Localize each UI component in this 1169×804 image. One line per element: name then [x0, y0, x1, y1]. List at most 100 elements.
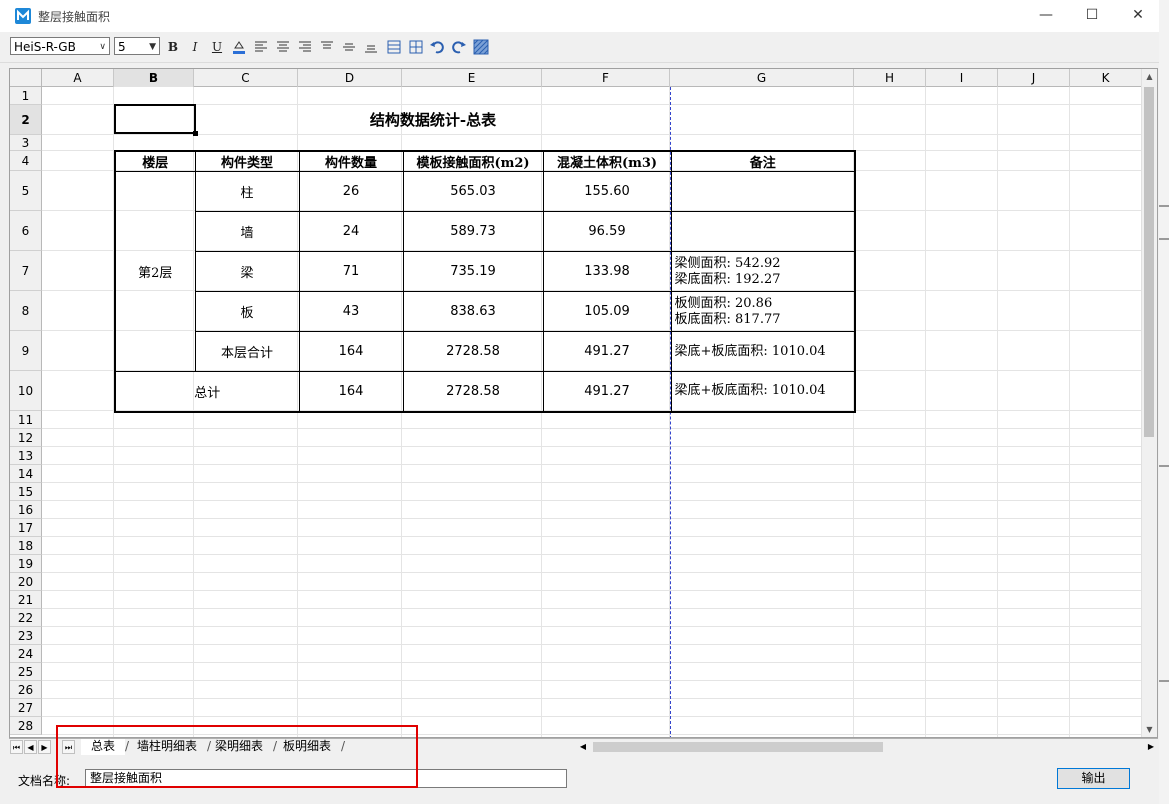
type-cell[interactable]: 柱	[194, 171, 300, 212]
next-sheet-icon[interactable]: ▶	[38, 740, 51, 754]
scroll-down-icon[interactable]: ▼	[1142, 722, 1157, 737]
row-header-2[interactable]: 2	[10, 105, 42, 135]
type-cell[interactable]: 本层合计	[194, 331, 300, 372]
row-header-6[interactable]: 6	[10, 211, 42, 251]
area-cell[interactable]: 838.63	[402, 291, 544, 332]
volume-cell[interactable]: 155.60	[542, 171, 672, 212]
volume-cell[interactable]: 491.27	[542, 371, 672, 412]
maximize-button[interactable]: ☐	[1069, 0, 1115, 32]
row-header-28[interactable]: 28	[10, 717, 42, 735]
area-cell[interactable]: 589.73	[402, 211, 544, 252]
merge-cells-button[interactable]	[385, 38, 403, 56]
align-bottom-button[interactable]	[362, 38, 380, 56]
row-header-25[interactable]: 25	[10, 663, 42, 681]
row-header-26[interactable]: 26	[10, 681, 42, 699]
tab-beam-detail[interactable]: 梁明细表 /	[205, 739, 277, 755]
row-header-1[interactable]: 1	[10, 87, 42, 105]
hscroll-thumb[interactable]	[593, 742, 883, 752]
count-cell[interactable]: 164	[298, 331, 404, 372]
minimize-button[interactable]: —	[1023, 0, 1069, 32]
spreadsheet-grid[interactable]: ABCDEFGHIJK 1 2 3 4 5 6 7 8 9 10 11 12 13 14 15 16 17 18 1…	[9, 68, 1158, 738]
italic-button[interactable]: I	[186, 38, 204, 56]
row-header-8[interactable]: 8	[10, 291, 42, 331]
note-cell[interactable]: 梁底+板底面积: 1010.04	[670, 331, 856, 372]
row-header-9[interactable]: 9	[10, 331, 42, 371]
column-header-c[interactable]: C	[194, 69, 298, 87]
horizontal-scrollbar[interactable]: ◀ ▶	[576, 740, 1158, 754]
count-cell[interactable]: 164	[298, 371, 404, 412]
column-header-j[interactable]: J	[998, 69, 1070, 87]
floor-cell[interactable]: 第2层	[114, 171, 196, 372]
row-header-17[interactable]: 17	[10, 519, 42, 537]
volume-cell[interactable]: 491.27	[542, 331, 672, 372]
scroll-left-icon[interactable]: ◀	[576, 740, 590, 754]
count-cell[interactable]: 43	[298, 291, 404, 332]
total-label-cell[interactable]: 总计	[114, 371, 300, 412]
column-header-k[interactable]: K	[1070, 69, 1142, 87]
type-cell[interactable]: 板	[194, 291, 300, 332]
row-header-24[interactable]: 24	[10, 645, 42, 663]
row-header-20[interactable]: 20	[10, 573, 42, 591]
fill-color-button[interactable]	[230, 38, 248, 56]
align-left-button[interactable]	[252, 38, 270, 56]
row-header-16[interactable]: 16	[10, 501, 42, 519]
undo-button[interactable]	[428, 38, 446, 56]
align-middle-button[interactable]	[340, 38, 358, 56]
underline-button[interactable]: U	[208, 38, 226, 56]
first-sheet-icon[interactable]: ⏮	[10, 740, 23, 754]
note-cell[interactable]: 梁底+板底面积: 1010.04	[670, 371, 856, 412]
scroll-right-icon[interactable]: ▶	[1144, 740, 1158, 754]
column-header-a[interactable]: A	[42, 69, 114, 87]
row-header-4[interactable]: 4	[10, 151, 42, 171]
type-cell[interactable]: 墙	[194, 211, 300, 252]
row-header-22[interactable]: 22	[10, 609, 42, 627]
column-header-i[interactable]: I	[926, 69, 998, 87]
prev-sheet-icon[interactable]: ◀	[24, 740, 37, 754]
row-header-21[interactable]: 21	[10, 591, 42, 609]
row-header-3[interactable]: 3	[10, 135, 42, 151]
align-right-button[interactable]	[296, 38, 314, 56]
count-cell[interactable]: 24	[298, 211, 404, 252]
volume-cell[interactable]: 96.59	[542, 211, 672, 252]
tab-wall-column-detail[interactable]: 墙柱明细表 /	[127, 739, 211, 755]
row-header-5[interactable]: 5	[10, 171, 42, 211]
tab-summary[interactable]: 总表 /	[81, 739, 129, 755]
column-header-e[interactable]: E	[402, 69, 542, 87]
row-header-12[interactable]: 12	[10, 429, 42, 447]
select-all-corner[interactable]	[10, 69, 42, 87]
column-header-h[interactable]: H	[854, 69, 926, 87]
column-header-b[interactable]: B	[114, 69, 194, 87]
redo-button[interactable]	[450, 38, 468, 56]
doc-name-input[interactable]: 整层接触面积	[85, 769, 567, 788]
align-top-button[interactable]	[318, 38, 336, 56]
scroll-up-icon[interactable]: ▲	[1142, 69, 1157, 84]
row-header-15[interactable]: 15	[10, 483, 42, 501]
last-sheet-icon[interactable]: ⏭	[62, 740, 75, 754]
row-header-27[interactable]: 27	[10, 699, 42, 717]
column-header-f[interactable]: F	[542, 69, 670, 87]
note-cell[interactable]: 板侧面积: 20.86 板底面积: 817.77	[670, 291, 856, 332]
export-button[interactable]: 输出	[1057, 768, 1130, 789]
tab-slab-detail[interactable]: 板明细表 /	[273, 739, 345, 755]
area-cell[interactable]: 2728.58	[402, 331, 544, 372]
column-header-d[interactable]: D	[298, 69, 402, 87]
vertical-scrollbar[interactable]: ▲ ▼	[1141, 69, 1157, 737]
close-button[interactable]: ✕	[1115, 0, 1161, 32]
volume-cell[interactable]: 133.98	[542, 251, 672, 292]
note-cell[interactable]	[670, 211, 856, 252]
count-cell[interactable]: 26	[298, 171, 404, 212]
type-cell[interactable]: 梁	[194, 251, 300, 292]
column-header-g[interactable]: G	[670, 69, 854, 87]
selected-cell-b2[interactable]	[114, 104, 198, 136]
pattern-fill-button[interactable]	[472, 38, 490, 56]
bold-button[interactable]: B	[164, 38, 182, 56]
row-header-14[interactable]: 14	[10, 465, 42, 483]
area-cell[interactable]: 2728.58	[402, 371, 544, 412]
row-header-11[interactable]: 11	[10, 411, 42, 429]
row-header-13[interactable]: 13	[10, 447, 42, 465]
area-cell[interactable]: 565.03	[402, 171, 544, 212]
align-center-button[interactable]	[274, 38, 292, 56]
area-cell[interactable]: 735.19	[402, 251, 544, 292]
row-header-18[interactable]: 18	[10, 537, 42, 555]
count-cell[interactable]: 71	[298, 251, 404, 292]
